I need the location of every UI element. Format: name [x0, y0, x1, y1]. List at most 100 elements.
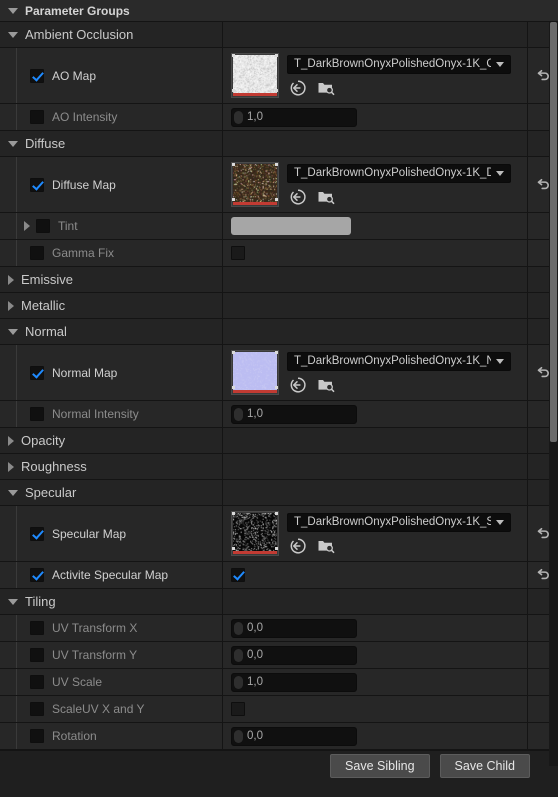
asset-dropdown[interactable]: T_DarkBrownOnyxPolishedOnyx-1K_O [287, 54, 511, 74]
property-enable-checkbox[interactable] [30, 675, 44, 689]
asset-picker: T_DarkBrownOnyxPolishedOnyx-1K_D [287, 163, 511, 206]
group-name-cell[interactable]: Tiling [0, 589, 222, 614]
browse-to-asset-icon[interactable] [317, 537, 335, 555]
save-child-button[interactable]: Save Child [439, 754, 530, 778]
asset-dropdown[interactable]: T_DarkBrownOnyxPolishedOnyx-1K_N [287, 351, 511, 371]
group-name-cell[interactable]: Emissive [0, 267, 222, 292]
triangle-down-icon[interactable] [8, 140, 18, 147]
group-name-cell[interactable]: Diffuse [0, 131, 222, 156]
use-selected-asset-icon[interactable] [289, 188, 307, 206]
group-name-cell[interactable]: Roughness [0, 454, 222, 479]
group-header-opacity[interactable]: Opacity [0, 428, 558, 454]
group-name-cell[interactable]: Specular [0, 480, 222, 505]
numeric-value: 0,0 [247, 622, 263, 634]
asset-dropdown[interactable]: T_DarkBrownOnyxPolishedOnyx-1K_D [287, 163, 511, 183]
numeric-input[interactable]: 1,0 [231, 404, 357, 424]
property-enable-checkbox[interactable] [30, 526, 44, 541]
slider-handle[interactable] [234, 729, 243, 743]
boolean-value-checkbox[interactable] [231, 246, 245, 260]
triangle-down-icon[interactable] [8, 328, 18, 335]
triangle-down-icon[interactable] [8, 489, 18, 496]
parameter-groups-header[interactable]: Parameter Groups [0, 0, 558, 22]
group-header-tiling[interactable]: Tiling [0, 589, 558, 615]
group-value-cell [222, 480, 527, 505]
group-header-emissive[interactable]: Emissive [0, 267, 558, 293]
texture-thumbnail[interactable] [231, 350, 279, 395]
slider-handle[interactable] [234, 675, 243, 689]
save-sibling-button[interactable]: Save Sibling [330, 754, 430, 778]
slider-handle[interactable] [234, 621, 243, 635]
numeric-input[interactable]: 1,0 [231, 672, 357, 692]
property-enable-checkbox[interactable] [30, 68, 44, 83]
property-enable-checkbox[interactable] [30, 110, 44, 124]
triangle-right-icon[interactable] [8, 300, 14, 311]
group-label: Normal [25, 324, 67, 339]
numeric-input[interactable]: 0,0 [231, 618, 357, 638]
group-header-normal[interactable]: Normal [0, 319, 558, 345]
property-enable-checkbox[interactable] [30, 621, 44, 635]
group-header-specular[interactable]: Specular [0, 480, 558, 506]
thumbnail-corner-marker [232, 163, 235, 166]
texture-thumbnail[interactable] [231, 162, 279, 207]
texture-thumbnail[interactable] [231, 53, 279, 98]
browse-to-asset-icon[interactable] [317, 376, 335, 394]
property-enable-checkbox[interactable] [30, 365, 44, 380]
use-selected-asset-icon[interactable] [289, 79, 307, 97]
use-selected-asset-icon[interactable] [289, 537, 307, 555]
chevron-down-icon[interactable] [496, 170, 504, 176]
indent-rail [16, 345, 17, 400]
property-enable-checkbox[interactable] [30, 729, 44, 743]
property-enable-checkbox[interactable] [36, 219, 50, 233]
property-enable-checkbox[interactable] [30, 177, 44, 192]
color-swatch[interactable] [231, 217, 351, 235]
thumbnail-corner-marker [232, 198, 235, 201]
browse-to-asset-icon[interactable] [317, 79, 335, 97]
group-value-cell [222, 22, 527, 47]
group-label: Opacity [21, 433, 66, 448]
group-header-metallic[interactable]: Metallic [0, 293, 558, 319]
property-value-cell: T_DarkBrownOnyxPolishedOnyx-1K_N [222, 345, 527, 400]
group-header-roughness[interactable]: Roughness [0, 454, 558, 480]
group-name-cell[interactable]: Normal [0, 319, 222, 344]
property-enable-checkbox[interactable] [30, 648, 44, 662]
property-enable-checkbox[interactable] [30, 568, 44, 582]
group-name-cell[interactable]: Opacity [0, 428, 222, 453]
property-enable-checkbox[interactable] [30, 407, 44, 421]
property-enable-checkbox[interactable] [30, 702, 44, 716]
thumbnail-image [233, 55, 277, 93]
group-name-cell[interactable]: Metallic [0, 293, 222, 318]
slider-handle[interactable] [234, 110, 243, 124]
indent-rail [16, 506, 17, 561]
triangle-down-icon[interactable] [8, 598, 18, 605]
thumbnail-corner-marker [275, 89, 278, 92]
group-header-ambient-occlusion[interactable]: Ambient Occlusion [0, 22, 558, 48]
numeric-input[interactable]: 0,0 [231, 726, 357, 746]
use-selected-asset-icon[interactable] [289, 376, 307, 394]
triangle-down-icon[interactable] [8, 7, 18, 14]
triangle-right-icon[interactable] [24, 221, 30, 231]
asset-dropdown[interactable]: T_DarkBrownOnyxPolishedOnyx-1K_S [287, 512, 511, 532]
chevron-down-icon[interactable] [496, 61, 504, 67]
property-value-cell: 1,0 [222, 669, 527, 695]
group-name-cell[interactable]: Ambient Occlusion [0, 22, 222, 47]
scrollbar-thumb[interactable] [550, 22, 557, 442]
numeric-input[interactable]: 1,0 [231, 107, 357, 127]
boolean-value-checkbox[interactable] [231, 702, 245, 716]
boolean-value-checkbox[interactable] [231, 568, 245, 582]
vertical-scrollbar[interactable] [549, 22, 558, 766]
group-header-diffuse[interactable]: Diffuse [0, 131, 558, 157]
triangle-right-icon[interactable] [8, 435, 14, 446]
chevron-down-icon[interactable] [496, 519, 504, 525]
numeric-input[interactable]: 0,0 [231, 645, 357, 665]
browse-to-asset-icon[interactable] [317, 188, 335, 206]
group-label: Diffuse [25, 136, 66, 151]
triangle-right-icon[interactable] [8, 461, 14, 472]
property-enable-checkbox[interactable] [30, 246, 44, 260]
chevron-down-icon[interactable] [496, 358, 504, 364]
property-label: AO Map [52, 68, 97, 83]
triangle-right-icon[interactable] [8, 274, 14, 285]
slider-handle[interactable] [234, 407, 243, 421]
slider-handle[interactable] [234, 648, 243, 662]
triangle-down-icon[interactable] [8, 31, 18, 38]
texture-thumbnail[interactable] [231, 511, 279, 556]
